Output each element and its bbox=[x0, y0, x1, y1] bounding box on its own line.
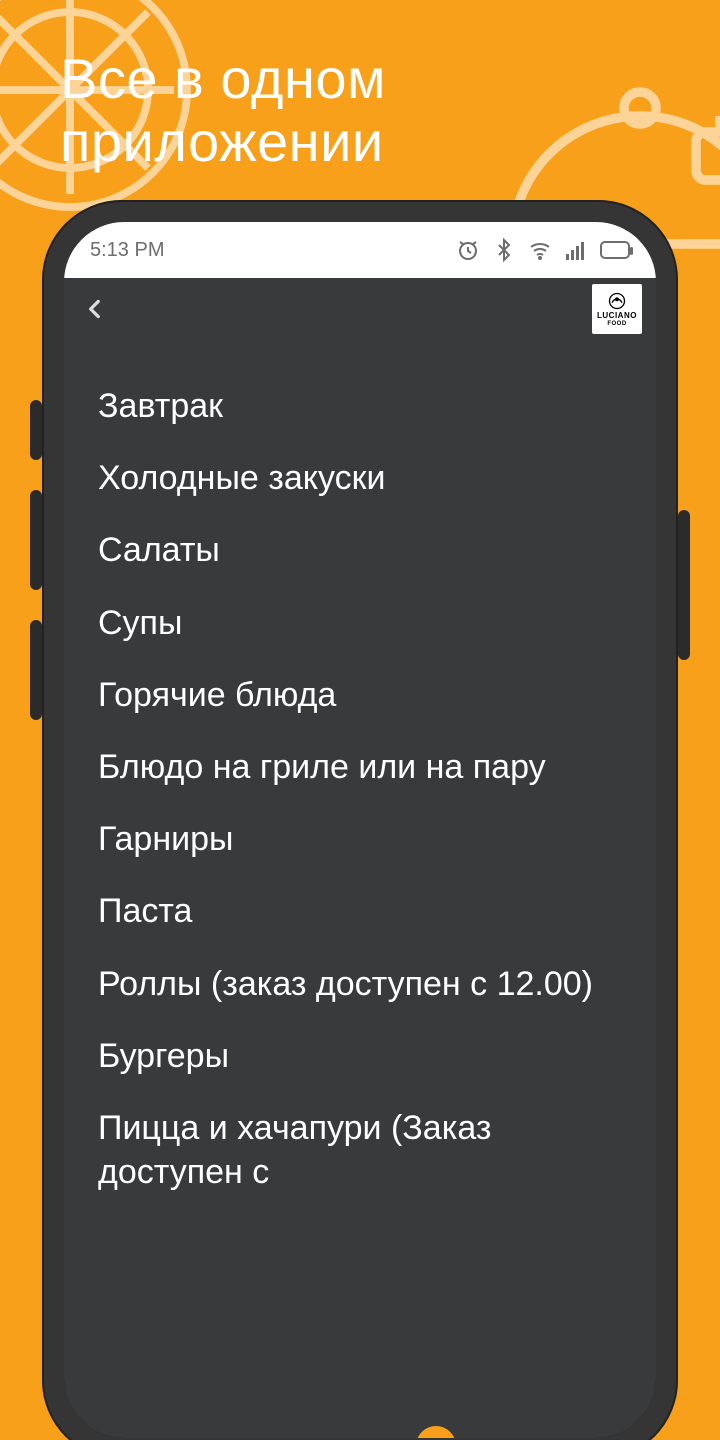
promo-headline: Все в одном приложении bbox=[60, 48, 660, 173]
menu-list[interactable]: Завтрак Холодные закуски Салаты Супы Гор… bbox=[64, 340, 656, 1438]
status-time: 5:13 PM bbox=[90, 239, 164, 262]
signal-icon bbox=[564, 238, 588, 262]
phone-side-button bbox=[30, 620, 42, 720]
bluetooth-icon bbox=[492, 238, 516, 262]
menu-item[interactable]: Завтрак bbox=[98, 370, 622, 442]
alarm-icon bbox=[456, 238, 480, 262]
menu-item[interactable]: Бургеры bbox=[98, 1020, 622, 1092]
wifi-icon bbox=[528, 238, 552, 262]
menu-item[interactable]: Роллы (заказ доступен с 12.00) bbox=[98, 948, 622, 1020]
status-bar: 5:13 PM bbox=[64, 222, 656, 278]
phone-side-button bbox=[678, 510, 690, 660]
menu-item[interactable]: Блюдо на гриле или на пару bbox=[98, 731, 622, 803]
status-icons bbox=[456, 238, 630, 262]
menu-item[interactable]: Пицца и хачапури (Заказ доступен с bbox=[98, 1092, 622, 1208]
brand-logo[interactable]: LUCIANO FOOD bbox=[592, 284, 642, 334]
app-bar: LUCIANO FOOD bbox=[64, 278, 656, 340]
menu-item[interactable]: Салаты bbox=[98, 514, 622, 586]
menu-item[interactable]: Гарниры bbox=[98, 803, 622, 875]
phone-screen: 5:13 PM LUCIANO FOOD Завтрак bbox=[64, 222, 656, 1438]
phone-side-button bbox=[30, 490, 42, 590]
back-icon[interactable] bbox=[82, 296, 108, 322]
menu-item[interactable]: Холодные закуски bbox=[98, 442, 622, 514]
menu-item[interactable]: Паста bbox=[98, 875, 622, 947]
brand-text-1: LUCIANO bbox=[597, 312, 637, 320]
battery-icon bbox=[600, 241, 630, 259]
brand-mark-icon bbox=[606, 291, 628, 311]
phone-frame: 5:13 PM LUCIANO FOOD Завтрак bbox=[42, 200, 678, 1440]
brand-text-2: FOOD bbox=[607, 321, 626, 327]
menu-item[interactable]: Горячие блюда bbox=[98, 659, 622, 731]
phone-side-button bbox=[30, 400, 42, 460]
menu-item[interactable]: Супы bbox=[98, 587, 622, 659]
